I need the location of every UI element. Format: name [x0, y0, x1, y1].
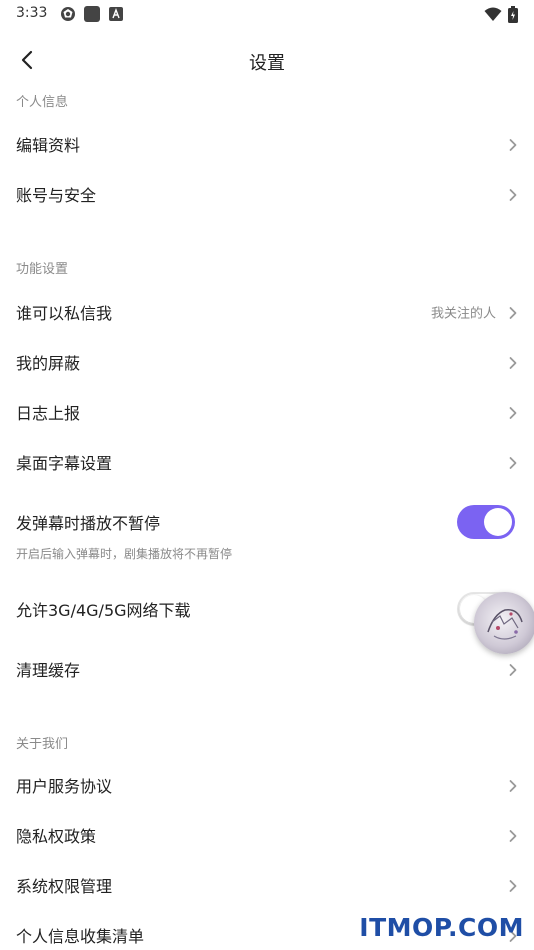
row-label: 用户服务协议 — [16, 777, 113, 796]
page-title: 设置 — [249, 53, 285, 74]
status-bar: 3:33 — [0, 0, 534, 28]
system-permissions-row[interactable]: 系统权限管理 — [0, 860, 534, 910]
user-agreement-row[interactable]: 用户服务协议 — [0, 760, 534, 810]
edit-profile-row[interactable]: 编辑资料 — [0, 119, 534, 169]
who-can-message-row[interactable]: 谁可以私信我 我关注的人 — [0, 287, 534, 337]
log-report-row[interactable]: 日志上报 — [0, 387, 534, 437]
battery-icon — [508, 6, 518, 23]
row-value: 我关注的人 — [430, 306, 496, 322]
row-label: 清理缓存 — [16, 661, 81, 680]
aperture-icon — [60, 6, 76, 22]
account-security-row[interactable]: 账号与安全 — [0, 169, 534, 219]
chevron-right-icon — [508, 405, 518, 419]
section-title-about: 关于我们 — [16, 737, 69, 752]
wifi-icon — [484, 6, 502, 22]
row-label: 发弹幕时播放不暂停 — [16, 514, 161, 533]
my-blocked-row[interactable]: 我的屏蔽 — [0, 337, 534, 387]
row-description: 开启后输入弹幕时，剧集播放将不再暂停 — [16, 547, 233, 561]
row-label: 我的屏蔽 — [16, 354, 81, 373]
row-label: 谁可以私信我 — [16, 304, 113, 323]
chevron-right-icon — [508, 878, 518, 892]
chevron-right-icon — [508, 187, 518, 201]
chevron-right-icon — [508, 455, 518, 469]
chevron-right-icon — [508, 778, 518, 792]
section-title-personal: 个人信息 — [16, 95, 69, 110]
row-label: 账号与安全 — [16, 186, 97, 205]
toggle-knob — [484, 508, 512, 536]
chevron-right-icon — [508, 355, 518, 369]
a-app-icon — [109, 6, 125, 22]
mobile-network-download-row: 允许3G/4G/5G网络下载 — [0, 584, 534, 634]
row-label: 个人信息收集清单 — [16, 927, 145, 946]
row-label: 编辑资料 — [16, 136, 81, 155]
danmaku-no-pause-row: 发弹幕时播放不暂停 开启后输入弹幕时，剧集播放将不再暂停 — [0, 497, 534, 567]
row-label: 桌面字幕设置 — [16, 454, 113, 473]
site-watermark: ITMOP.COM — [359, 913, 524, 942]
status-time: 3:33 — [16, 5, 48, 21]
chevron-right-icon — [508, 662, 518, 676]
danmaku-no-pause-toggle[interactable] — [457, 505, 515, 539]
header: 设置 — [0, 38, 534, 82]
chevron-right-icon — [508, 137, 518, 151]
desktop-subtitle-row[interactable]: 桌面字幕设置 — [0, 437, 534, 487]
section-title-features: 功能设置 — [16, 262, 69, 277]
chevron-right-icon — [508, 305, 518, 319]
clear-cache-row[interactable]: 清理缓存 — [0, 644, 534, 694]
row-label: 系统权限管理 — [16, 877, 113, 896]
row-label: 日志上报 — [16, 404, 81, 423]
row-label: 允许3G/4G/5G网络下载 — [16, 601, 191, 620]
chevron-right-icon — [508, 828, 518, 842]
row-label: 隐私权政策 — [16, 827, 97, 846]
square-app-icon — [84, 6, 100, 22]
privacy-policy-row[interactable]: 隐私权政策 — [0, 810, 534, 860]
